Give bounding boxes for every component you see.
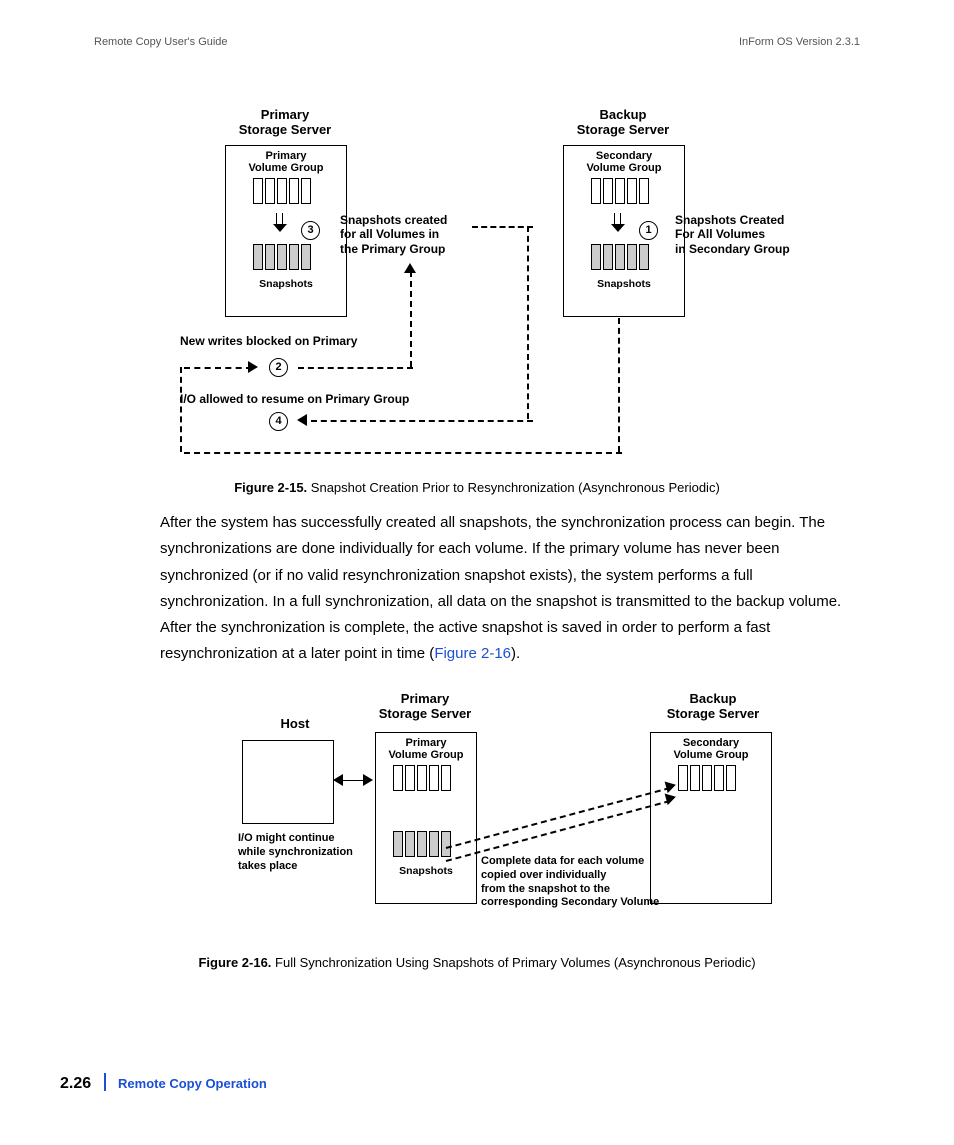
figure-2-16: Host I/O might continue while synchroniz… xyxy=(170,692,870,952)
step-1-marker: 1 xyxy=(639,221,658,240)
backup-box: Secondary Volume Group Snapshots xyxy=(563,145,685,317)
paragraph-tail: ). xyxy=(511,645,520,662)
caption-label: Figure 2-15. xyxy=(234,480,307,495)
figure-link[interactable]: Figure 2-16 xyxy=(434,645,511,662)
dashed-line xyxy=(472,226,533,228)
primary-server-title2: Primary Storage Server xyxy=(365,692,485,722)
step-4-marker: 4 xyxy=(269,412,288,431)
dashed-line xyxy=(446,800,671,862)
dashed-line xyxy=(446,787,671,849)
primary-vg-title2: Primary Volume Group xyxy=(376,737,476,761)
primary-box2: Primary Volume Group Snapshots xyxy=(375,732,477,904)
host-title: Host xyxy=(265,717,325,732)
primary-volumes2 xyxy=(392,765,452,796)
secondary-volumes2 xyxy=(677,765,737,796)
arrow-right-icon xyxy=(248,361,258,373)
secondary-snapshots xyxy=(590,244,650,275)
caption-label: Figure 2-16. xyxy=(198,955,271,970)
step-3-text: Snapshots created for all Volumes in the… xyxy=(340,213,480,256)
caption-text: Snapshot Creation Prior to Resynchroniza… xyxy=(311,480,720,495)
footer-separator xyxy=(104,1073,106,1091)
dashed-line xyxy=(527,226,529,419)
primary-vg-title: Primary Volume Group xyxy=(226,150,346,174)
secondary-vg-title2: Secondary Volume Group xyxy=(651,737,771,761)
primary-box: Primary Volume Group Snapshots xyxy=(225,145,347,317)
arrow-left-icon xyxy=(333,774,343,786)
backup-server-title2: Backup Storage Server xyxy=(653,692,773,722)
primary-snapshots-label2: Snapshots xyxy=(376,865,476,877)
arrow-up-icon xyxy=(404,263,416,273)
backup-server-title: Backup Storage Server xyxy=(563,108,683,138)
dashed-line xyxy=(311,420,533,422)
secondary-volumes xyxy=(590,178,650,209)
secondary-snapshots-label: Snapshots xyxy=(564,278,684,290)
step-3-marker: 3 xyxy=(301,221,320,240)
copy-caption: Complete data for each volume copied ove… xyxy=(481,855,701,910)
header-right: InForm OS Version 2.3.1 xyxy=(739,36,860,48)
host-box xyxy=(242,740,334,824)
paragraph-text: After the system has successfully create… xyxy=(160,514,841,662)
arrow-left-icon xyxy=(297,414,307,426)
arrow-right-icon xyxy=(363,774,373,786)
io-caption: I/O might continue while synchronization… xyxy=(238,832,378,873)
page-footer: 2.26 Remote Copy Operation xyxy=(60,1073,267,1093)
page-header: Remote Copy User's Guide InForm OS Versi… xyxy=(94,36,860,48)
step-2-marker: 2 xyxy=(269,358,288,377)
figure-2-15: Primary Storage Server Primary Volume Gr… xyxy=(170,100,870,480)
dashed-line xyxy=(410,271,412,367)
body-paragraph: After the system has successfully create… xyxy=(160,510,860,668)
caption-text: Full Synchronization Using Snapshots of … xyxy=(275,955,756,970)
primary-volumes xyxy=(252,178,312,209)
figure-2-15-caption: Figure 2-15. Snapshot Creation Prior to … xyxy=(0,480,954,495)
page-number: 2.26 xyxy=(60,1075,91,1092)
figure-2-16-caption: Figure 2-16. Full Synchronization Using … xyxy=(0,955,954,970)
arrow-down-icon xyxy=(274,213,286,233)
dashed-line xyxy=(184,367,252,369)
dashed-line xyxy=(298,367,413,369)
step-4-text: I/O allowed to resume on Primary Group xyxy=(180,392,409,406)
step-2-text: New writes blocked on Primary xyxy=(180,334,357,348)
primary-server-title: Primary Storage Server xyxy=(225,108,345,138)
primary-snapshots2 xyxy=(392,831,452,862)
arrow-down-icon xyxy=(612,213,624,233)
secondary-vg-title: Secondary Volume Group xyxy=(564,150,684,174)
dashed-line xyxy=(180,367,182,452)
header-left: Remote Copy User's Guide xyxy=(94,36,228,48)
bi-arrow-line xyxy=(343,780,363,781)
primary-snapshots xyxy=(252,244,312,275)
dashed-line xyxy=(618,318,620,452)
dashed-line xyxy=(184,452,622,454)
primary-snapshots-label: Snapshots xyxy=(226,278,346,290)
step-1-text: Snapshots Created For All Volumes in Sec… xyxy=(675,213,835,256)
footer-section: Remote Copy Operation xyxy=(118,1076,267,1091)
